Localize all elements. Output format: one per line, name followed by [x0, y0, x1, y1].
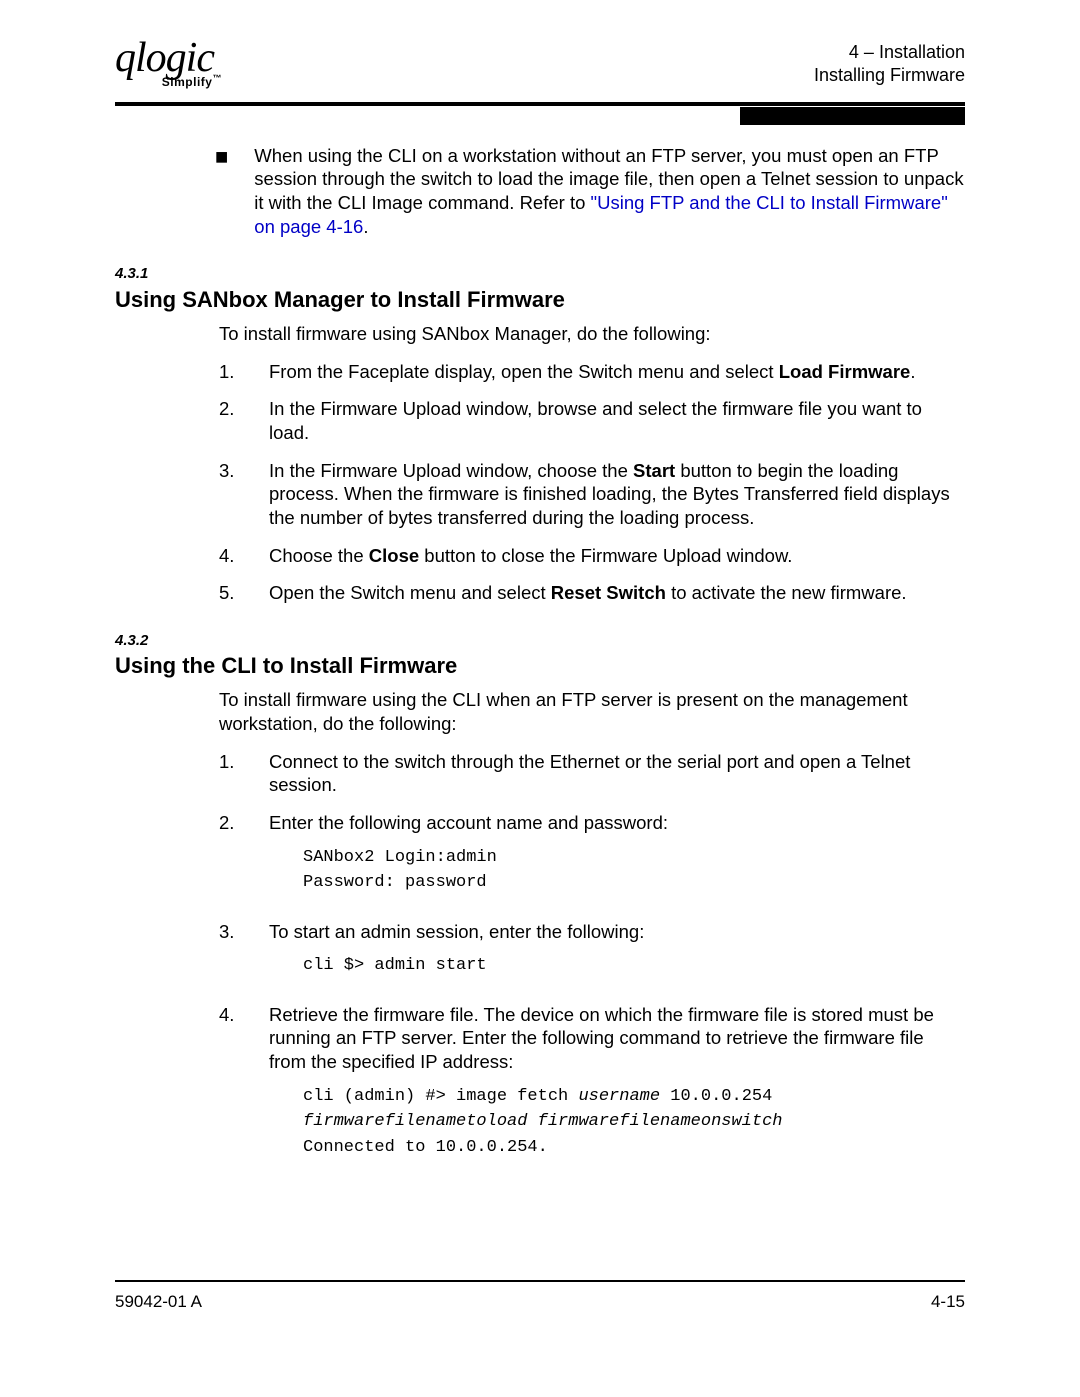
code-block: cli (admin) #> image fetch username 10.0…	[303, 1084, 965, 1161]
chapter-label: 4 – Installation	[814, 41, 965, 64]
list-item: In the Firmware Upload window, choose th…	[219, 459, 965, 530]
header-rule	[115, 102, 965, 106]
intro-432: To install firmware using the CLI when a…	[219, 688, 965, 735]
section-label: Installing Firmware	[814, 64, 965, 87]
list-item: Enter the following account name and pas…	[219, 811, 965, 906]
footer-left: 59042-01 A	[115, 1292, 202, 1312]
header-rule-accent	[740, 107, 965, 125]
list-item: Retrieve the firmware file. The device o…	[219, 1003, 965, 1171]
bullet-icon: ■	[215, 146, 228, 239]
logo: qlogic Simplify™	[115, 40, 214, 88]
footer: 59042-01 A 4-15	[115, 1292, 965, 1312]
list-item: In the Firmware Upload window, browse an…	[219, 397, 965, 444]
list-item: To start an admin session, enter the fol…	[219, 920, 965, 989]
body: ■ When using the CLI on a workstation wi…	[115, 144, 965, 1170]
code-block: cli $> admin start	[303, 953, 965, 979]
list-item: Choose the Close button to close the Fir…	[219, 544, 965, 568]
footer-right: 4-15	[931, 1292, 965, 1312]
code-block: SANbox2 Login:admin Password: password	[303, 845, 965, 896]
logo-sub: Simplify™	[162, 74, 222, 88]
bullet-item: ■ When using the CLI on a workstation wi…	[215, 144, 965, 239]
page-header: qlogic Simplify™ 4 – Installation Instal…	[115, 40, 965, 96]
page: qlogic Simplify™ 4 – Installation Instal…	[0, 0, 1080, 1397]
intro-431: To install firmware using SANbox Manager…	[219, 322, 965, 346]
steps-432: Connect to the switch through the Ethern…	[219, 750, 965, 1171]
header-right: 4 – Installation Installing Firmware	[814, 41, 965, 88]
heading-431: Using SANbox Manager to Install Firmware	[115, 286, 965, 314]
list-item: Open the Switch menu and select Reset Sw…	[219, 581, 965, 605]
bullet-text: When using the CLI on a workstation with…	[254, 144, 965, 239]
list-item: From the Faceplate display, open the Swi…	[219, 360, 965, 384]
footer-rule	[115, 1280, 965, 1282]
heading-432: Using the CLI to Install Firmware	[115, 652, 965, 680]
list-item: Connect to the switch through the Ethern…	[219, 750, 965, 797]
section-number-432: 4.3.2	[115, 631, 965, 650]
section-number-431: 4.3.1	[115, 264, 965, 283]
steps-431: From the Faceplate display, open the Swi…	[219, 360, 965, 605]
